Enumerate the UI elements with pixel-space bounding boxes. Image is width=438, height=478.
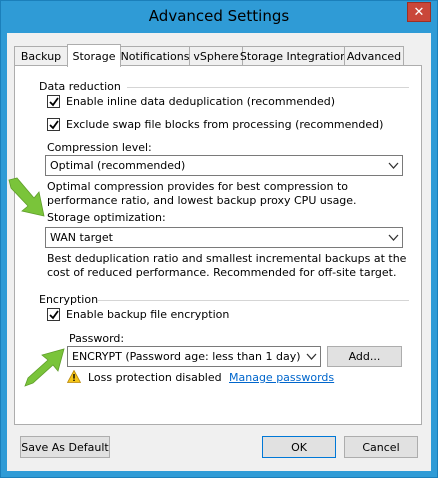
tab-label: Storage Integration <box>239 50 348 63</box>
title-bar[interactable]: Advanced Settings ✕ <box>1 1 437 33</box>
tab-label: vSphere <box>193 50 239 63</box>
password-value: ENCRYPT (Password age: less than 1 day) <box>72 350 301 363</box>
chevron-down-icon <box>388 234 399 241</box>
storage-optimization-label: Storage optimization: <box>47 211 166 224</box>
save-as-default-button[interactable]: Save As Default <box>20 436 110 458</box>
tab-storage[interactable]: Storage <box>67 44 121 67</box>
chevron-down-icon <box>306 353 317 360</box>
tab-storage-integration[interactable]: Storage Integration <box>239 46 348 66</box>
storage-optimization-description: Best deduplication ratio and smallest in… <box>47 252 407 279</box>
add-password-button[interactable]: Add... <box>327 346 402 367</box>
save-as-default-label: Save As Default <box>21 440 109 454</box>
checkmark-icon <box>49 310 59 320</box>
warning-icon <box>67 370 81 383</box>
tab-label: Backup <box>20 50 62 63</box>
compression-level-select[interactable]: Optimal (recommended) <box>45 155 403 176</box>
storage-optimization-select[interactable]: WAN target <box>45 227 403 248</box>
ok-button[interactable]: OK <box>262 436 336 458</box>
add-password-button-label: Add... <box>348 350 381 363</box>
chevron-down-icon <box>388 162 399 169</box>
storage-tab-panel: Data reduction Enable inline data dedupl… <box>14 65 422 425</box>
enable-encryption-label[interactable]: Enable backup file encryption <box>66 308 229 321</box>
encryption-heading: Encryption <box>39 293 99 306</box>
tab-backup[interactable]: Backup <box>14 46 68 66</box>
section-divider <box>97 300 409 301</box>
exclude-swap-checkbox[interactable] <box>47 118 60 131</box>
cancel-button[interactable]: Cancel <box>344 436 418 458</box>
compression-level-label: Compression level: <box>47 141 152 154</box>
password-label: Password: <box>69 332 125 345</box>
annotation-arrow-icon <box>8 177 45 217</box>
tab-advanced[interactable]: Advanced <box>344 46 404 66</box>
password-select[interactable]: ENCRYPT (Password age: less than 1 day) <box>67 346 321 367</box>
annotation-arrow-icon <box>24 348 65 387</box>
section-divider <box>127 87 409 88</box>
compression-description: Optimal compression provides for best co… <box>47 180 357 207</box>
tab-notifications[interactable]: Notifications <box>120 46 190 66</box>
manage-passwords-link[interactable]: Manage passwords <box>229 371 334 384</box>
enable-encryption-checkbox[interactable] <box>47 308 60 321</box>
ok-label: OK <box>291 440 307 454</box>
tab-label: Storage <box>72 49 116 63</box>
window-title: Advanced Settings <box>148 7 290 25</box>
tab-vsphere[interactable]: vSphere <box>189 46 243 66</box>
close-icon: ✕ <box>413 4 425 20</box>
tab-label: Notifications <box>120 50 190 63</box>
checkmark-icon <box>49 97 59 107</box>
storage-optimization-value: WAN target <box>50 231 113 244</box>
tab-label: Advanced <box>346 50 402 63</box>
inline-dedup-checkbox[interactable] <box>47 95 60 108</box>
loss-protection-status: Loss protection disabled <box>88 371 222 384</box>
close-button[interactable]: ✕ <box>407 2 431 22</box>
inline-dedup-label[interactable]: Enable inline data deduplication (recomm… <box>66 95 335 108</box>
data-reduction-heading: Data reduction <box>39 80 121 93</box>
checkmark-icon <box>49 120 59 130</box>
exclude-swap-label[interactable]: Exclude swap file blocks from processing… <box>66 118 383 131</box>
compression-level-value: Optimal (recommended) <box>50 159 186 172</box>
cancel-label: Cancel <box>362 440 400 454</box>
